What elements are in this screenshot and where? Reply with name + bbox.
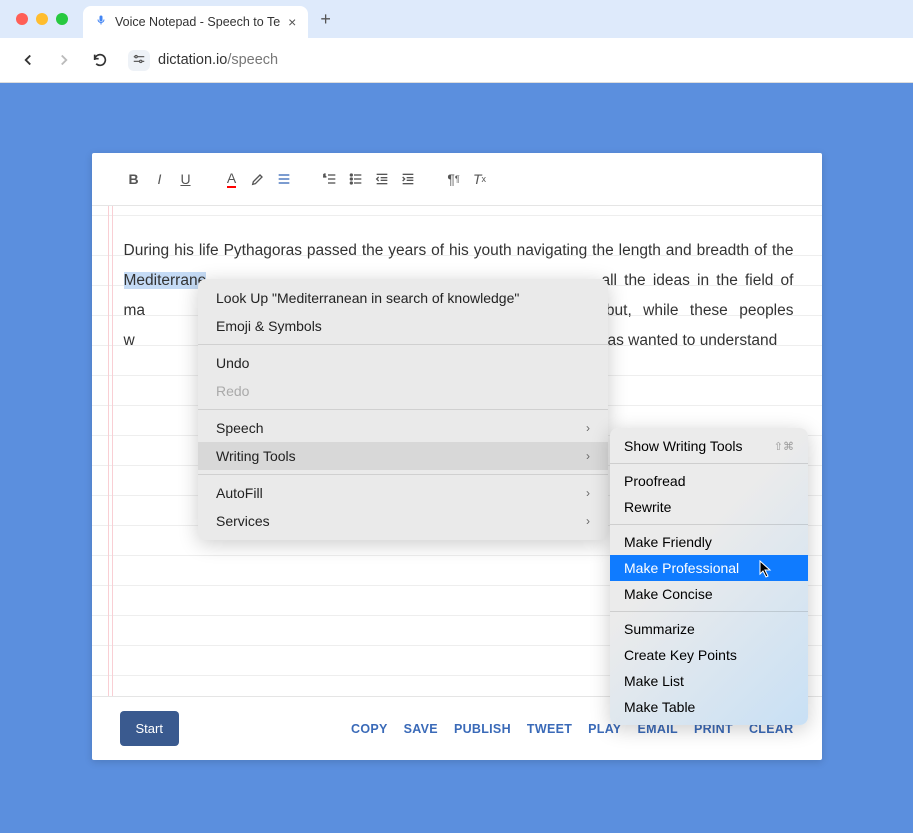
start-button[interactable]: Start [120, 711, 179, 746]
margin-rule [112, 206, 113, 696]
shortcut-label: ⇧⌘ [774, 440, 794, 453]
chevron-right-icon: › [586, 449, 590, 463]
text-line: all the ideas in the [601, 272, 737, 289]
tab-title: Voice Notepad - Speech to Te [115, 15, 280, 29]
pilcrow-icon[interactable]: ¶¶ [442, 167, 466, 191]
writing-tools-submenu: Show Writing Tools⇧⌘ Proofread Rewrite M… [610, 428, 808, 725]
close-window-icon[interactable] [16, 13, 28, 25]
cm-lookup[interactable]: Look Up "Mediterranean in search of know… [198, 284, 608, 312]
sm-separator [610, 524, 808, 525]
sm-maketable[interactable]: Make Table [610, 694, 808, 720]
cm-undo[interactable]: Undo [198, 349, 608, 377]
cm-services[interactable]: Services› [198, 507, 608, 535]
cm-redo: Redo [198, 377, 608, 405]
align-icon[interactable] [272, 167, 296, 191]
sm-rewrite[interactable]: Rewrite [610, 494, 808, 520]
save-action[interactable]: SAVE [404, 722, 438, 736]
url-path: /speech [227, 52, 278, 68]
mic-favicon-icon [95, 13, 107, 31]
copy-action[interactable]: COPY [351, 722, 388, 736]
tab-close-icon[interactable]: × [288, 14, 296, 30]
sm-make-professional[interactable]: Make Professional [610, 555, 808, 581]
italic-icon[interactable]: I [148, 167, 172, 191]
format-toolbar: B I U A 1 ¶¶ [92, 153, 822, 206]
sm-separator [610, 463, 808, 464]
tweet-action[interactable]: TWEET [527, 722, 572, 736]
cm-separator [198, 344, 608, 345]
reload-button[interactable] [86, 46, 114, 74]
cm-emoji[interactable]: Emoji & Symbols [198, 312, 608, 340]
sm-separator [610, 611, 808, 612]
selected-text: Mediterrane [124, 272, 207, 289]
svg-text:1: 1 [323, 173, 326, 178]
sm-make-friendly[interactable]: Make Friendly [610, 529, 808, 555]
margin-rule [108, 206, 109, 696]
url-host: dictation.io [158, 52, 227, 68]
indent-increase-icon[interactable] [396, 167, 420, 191]
clear-format-icon[interactable]: Tx [468, 167, 492, 191]
new-tab-button[interactable]: + [320, 9, 331, 30]
browser-tab[interactable]: Voice Notepad - Speech to Te × [83, 6, 308, 38]
cm-speech[interactable]: Speech› [198, 414, 608, 442]
text-color-icon[interactable]: A [220, 167, 244, 191]
sm-show-writing-tools[interactable]: Show Writing Tools⇧⌘ [610, 433, 808, 459]
cm-writing-tools[interactable]: Writing Tools› [198, 442, 608, 470]
sm-summarize[interactable]: Summarize [610, 616, 808, 642]
chevron-right-icon: › [586, 421, 590, 435]
text-line: understand [700, 332, 778, 349]
cm-autofill[interactable]: AutoFill› [198, 479, 608, 507]
chevron-right-icon: › [586, 486, 590, 500]
maximize-window-icon[interactable] [56, 13, 68, 25]
page-viewport: B I U A 1 ¶¶ [0, 83, 913, 833]
sm-keypoints[interactable]: Create Key Points [610, 642, 808, 668]
publish-action[interactable]: PUBLISH [454, 722, 511, 736]
tab-strip: Voice Notepad - Speech to Te × + [0, 0, 913, 38]
context-menu: Look Up "Mediterranean in search of know… [198, 279, 608, 540]
underline-icon[interactable]: U [174, 167, 198, 191]
highlight-icon[interactable] [246, 167, 270, 191]
unordered-list-icon[interactable] [344, 167, 368, 191]
minimize-window-icon[interactable] [36, 13, 48, 25]
bold-icon[interactable]: B [122, 167, 146, 191]
nav-bar: dictation.io/speech [0, 38, 913, 82]
cm-separator [198, 409, 608, 410]
forward-button[interactable] [50, 46, 78, 74]
sm-proofread[interactable]: Proofread [610, 468, 808, 494]
browser-chrome: Voice Notepad - Speech to Te × + dictati… [0, 0, 913, 83]
cm-separator [198, 474, 608, 475]
address-bar[interactable]: dictation.io/speech [128, 45, 903, 75]
ordered-list-icon[interactable]: 1 [318, 167, 342, 191]
text-line: During his life Pythagoras passed the ye… [124, 242, 794, 259]
window-controls [16, 13, 68, 25]
site-settings-icon[interactable] [128, 50, 150, 71]
indent-decrease-icon[interactable] [370, 167, 394, 191]
sm-makelist[interactable]: Make List [610, 668, 808, 694]
sm-make-concise[interactable]: Make Concise [610, 581, 808, 607]
back-button[interactable] [14, 46, 42, 74]
chevron-right-icon: › [586, 514, 590, 528]
